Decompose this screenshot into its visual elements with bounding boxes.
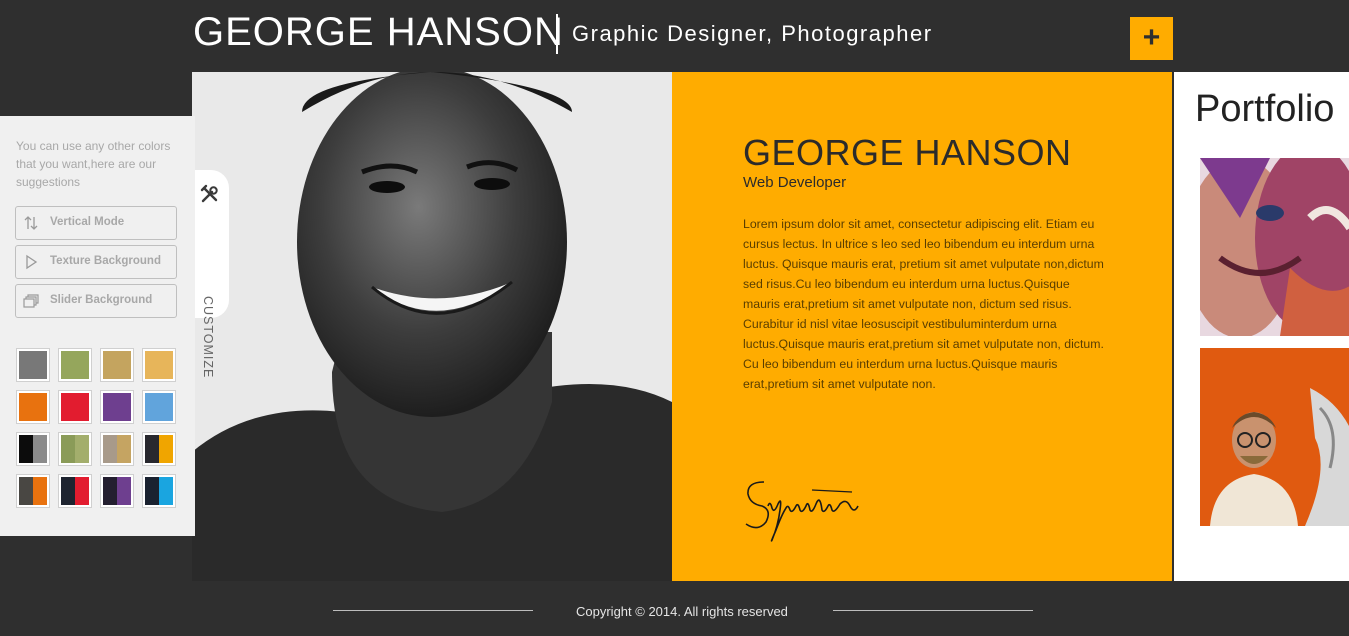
about-paragraph: Lorem ipsum dolor sit amet, consectetur …: [743, 217, 1104, 351]
vertical-mode-button[interactable]: Vertical Mode: [15, 206, 177, 240]
swatch-color: [145, 351, 173, 379]
swatch-color: [145, 393, 173, 421]
customize-label: CUSTOMIZE: [201, 296, 215, 379]
color-swatch[interactable]: [142, 432, 176, 466]
color-swatch[interactable]: [100, 474, 134, 508]
texture-background-button[interactable]: Texture Background: [15, 245, 177, 279]
swatch-color: [75, 435, 89, 463]
portrait-illustration: [192, 72, 672, 581]
about-description: Lorem ipsum dolor sit amet, consectetur …: [743, 214, 1108, 394]
portfolio-thumbnail[interactable]: [1200, 158, 1349, 336]
swatch-color: [61, 393, 89, 421]
swatch-color: [19, 435, 33, 463]
customizer-panel: You can use any other colors that you wa…: [0, 116, 195, 536]
slider-background-button[interactable]: Slider Background: [15, 284, 177, 318]
swatch-color: [33, 477, 47, 505]
color-swatch[interactable]: [100, 390, 134, 424]
swatch-color: [103, 351, 131, 379]
color-swatch[interactable]: [16, 474, 50, 508]
color-swatch[interactable]: [142, 474, 176, 508]
swatch-color: [61, 351, 89, 379]
about-name: GEORGE HANSON: [743, 132, 1072, 173]
color-swatch[interactable]: [100, 348, 134, 382]
footer-line-right: [833, 610, 1033, 611]
portfolio-title: Portfolio: [1195, 88, 1335, 130]
swatch-color: [117, 435, 131, 463]
stacked-slides-icon: [23, 294, 39, 308]
about-section: GEORGE HANSON Web Developer Lorem ipsum …: [672, 72, 1172, 581]
swatch-color: [159, 477, 173, 505]
portrait-photo: [192, 72, 672, 581]
swatch-color: [19, 351, 47, 379]
footer-line-left: [333, 610, 533, 611]
site-name: GEORGE HANSON: [193, 10, 564, 54]
header-separator: [556, 14, 558, 54]
about-paragraph: Cu leo bibendum eu interdum urna luctus.…: [743, 357, 1058, 391]
color-swatch[interactable]: [58, 432, 92, 466]
swatch-color: [103, 477, 117, 505]
customize-tab[interactable]: CUSTOMIZE: [195, 170, 229, 378]
color-swatch[interactable]: [58, 474, 92, 508]
swatch-color: [33, 435, 47, 463]
color-swatch[interactable]: [58, 348, 92, 382]
swatch-color: [145, 477, 159, 505]
man-with-glasses-photo: [1200, 348, 1349, 526]
footer-copyright: Copyright © 2014. All rights reserved: [576, 604, 788, 619]
swatch-color: [75, 477, 89, 505]
vertical-arrows-icon: [24, 216, 38, 230]
signature-image: [745, 481, 859, 542]
site-tagline: Graphic Designer, Photographer: [572, 21, 933, 46]
color-swatch[interactable]: [16, 390, 50, 424]
vertical-mode-label: Vertical Mode: [50, 216, 125, 228]
swatch-color: [159, 435, 173, 463]
swatch-color: [19, 393, 47, 421]
texture-background-label: Texture Background: [50, 255, 161, 267]
color-swatch[interactable]: [142, 390, 176, 424]
color-swatch[interactable]: [16, 348, 50, 382]
plus-button[interactable]: +: [1130, 17, 1173, 60]
tools-icon: [200, 184, 218, 203]
portfolio-section: Portfolio: [1174, 72, 1349, 581]
swatch-color: [61, 477, 75, 505]
color-swatch[interactable]: [142, 348, 176, 382]
painted-faces-artwork: [1200, 158, 1349, 336]
portfolio-thumbnail[interactable]: [1200, 348, 1349, 526]
slider-background-label: Slider Background: [50, 294, 153, 306]
color-swatch[interactable]: [16, 432, 50, 466]
color-swatch[interactable]: [58, 390, 92, 424]
swatch-color: [19, 477, 33, 505]
swatch-color: [145, 435, 159, 463]
customizer-note: You can use any other colors that you wa…: [16, 139, 171, 189]
swatch-color: [61, 435, 75, 463]
color-swatch[interactable]: [100, 432, 134, 466]
play-triangle-icon: [26, 254, 38, 270]
swatch-color: [117, 477, 131, 505]
swatch-color: [103, 393, 131, 421]
about-role: Web Developer: [743, 174, 847, 191]
swatch-color: [103, 435, 117, 463]
